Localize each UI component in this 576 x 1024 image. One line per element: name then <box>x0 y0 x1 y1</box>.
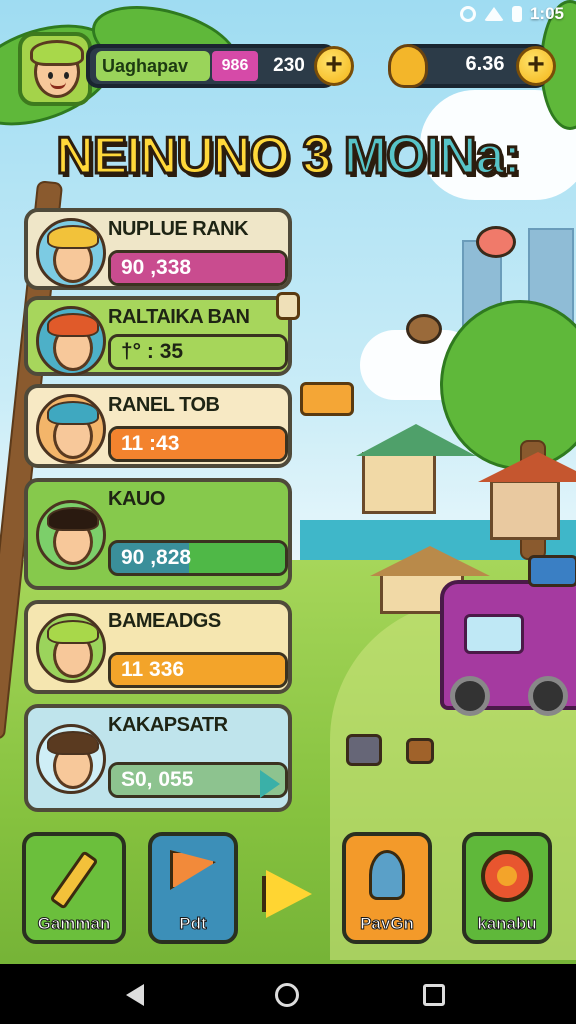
add-currency-button[interactable]: + <box>516 46 556 86</box>
avatar-hair <box>47 225 99 249</box>
entry-score-bar: 90 ,828 <box>108 540 288 576</box>
currency-value: 6.36 <box>465 53 505 75</box>
house-roof <box>478 452 576 482</box>
player-coins: 230 <box>273 55 305 76</box>
status-bar: 1:05 <box>0 0 576 28</box>
kanabu-button-label: kanabu <box>477 914 538 934</box>
entry-score-fill <box>189 543 285 573</box>
entry-action-tab[interactable] <box>276 292 300 320</box>
entry-score: 90 ,828 <box>121 546 192 569</box>
page-title: NEINUNO 3 MOINa: <box>0 126 576 196</box>
avatar-hair <box>47 507 99 531</box>
wifi-icon <box>483 7 504 21</box>
avatar-hair <box>47 401 99 425</box>
entry-score: 90 ,338 <box>121 256 192 279</box>
player-name: Uaghapav <box>96 51 210 81</box>
status-icons: 1:05 <box>459 4 564 24</box>
entry-score-bar: 11 336 <box>108 652 288 688</box>
entry-avatar <box>36 613 106 683</box>
pipe-prop <box>346 734 382 766</box>
delivery-van <box>440 580 576 716</box>
leaderboard-entry[interactable]: RALTAIKA BAN †° : 35 <box>24 292 300 376</box>
player-info-bar: Uaghapav 986 230 <box>86 44 336 88</box>
gamman-button-label: Gamman <box>37 914 111 934</box>
avatar-eye <box>48 72 53 79</box>
entry-avatar <box>36 218 106 288</box>
gamman-button[interactable]: Gamman <box>22 832 126 944</box>
van-window <box>464 614 524 654</box>
add-coins-button[interactable]: + <box>314 46 354 86</box>
avatar-hair <box>47 313 99 337</box>
pavgn-button-label: PavGn <box>360 914 415 934</box>
entry-name: KAUO <box>108 488 165 510</box>
battery-icon <box>511 6 522 22</box>
leaderboard-entry[interactable]: RANEL TOB 11 :43 <box>24 382 354 468</box>
entry-score: †° : 35 <box>121 340 184 363</box>
entry-score-bar: †° : 35 <box>108 334 288 370</box>
leaderboard-entry[interactable]: KAKAPSATR S0, 055 <box>24 704 292 812</box>
van-wheel <box>528 676 568 716</box>
entry-avatar <box>36 306 106 376</box>
avatar-eye <box>64 72 69 79</box>
entry-score: 11 336 <box>121 658 185 681</box>
title-part-1: NEINUNO 3 <box>55 126 333 187</box>
flying-fruit-icon <box>476 226 516 258</box>
entry-avatar <box>36 500 106 570</box>
entry-name: RANEL TOB <box>108 394 220 416</box>
pavgn-button[interactable]: PavGn <box>342 832 432 944</box>
entry-name: RALTAIKA BAN <box>108 306 250 328</box>
entry-score: 11 :43 <box>121 432 180 455</box>
pdt-button[interactable]: Pdt <box>148 832 238 944</box>
player-avatar[interactable] <box>18 32 92 106</box>
entry-avatar <box>36 394 106 464</box>
leaderboard-entry[interactable]: KAUO 90 ,828 <box>24 478 292 590</box>
leaderboard-entry[interactable]: BAMEADGS 11 336 <box>24 600 292 694</box>
leaderboard-entry[interactable]: NUPLUE RANK 90 ,338 <box>24 208 292 290</box>
entry-action-tab[interactable] <box>300 382 354 416</box>
entry-score: S0, 055 <box>121 768 194 791</box>
currency-icon <box>388 44 428 88</box>
arrow-right-icon[interactable] <box>266 870 312 918</box>
pencil-icon <box>49 850 99 910</box>
back-icon[interactable] <box>126 984 144 1006</box>
character-icon <box>369 850 405 900</box>
avatar-hair <box>47 620 99 644</box>
entry-score-bar: 90 ,338 <box>108 250 288 286</box>
entry-avatar <box>36 724 106 794</box>
title-part-2: MOINa: <box>342 126 522 187</box>
entry-name: NUPLUE RANK <box>108 218 249 240</box>
entry-name: KAKAPSATR <box>108 714 228 736</box>
flag-icon <box>170 850 216 890</box>
entry-score-bar: 11 :43 <box>108 426 288 462</box>
kanabu-button[interactable]: kanabu <box>462 832 552 944</box>
van-wheel <box>450 676 490 716</box>
pdt-button-label: Pdt <box>179 914 207 934</box>
crate-prop <box>406 738 434 764</box>
house-roof <box>370 546 490 576</box>
house-roof <box>356 424 476 456</box>
recents-icon[interactable] <box>423 984 445 1006</box>
donut-icon <box>481 850 533 902</box>
house <box>490 480 560 540</box>
cargo-crate <box>528 555 576 587</box>
house <box>362 452 436 514</box>
home-icon[interactable] <box>275 983 299 1007</box>
avatar-hair <box>30 40 84 66</box>
player-level: 986 <box>212 51 258 81</box>
system-nav-bar <box>0 964 576 1024</box>
status-time: 1:05 <box>529 4 564 23</box>
avatar-hair <box>47 731 99 755</box>
wood-log-icon <box>406 314 442 344</box>
play-icon[interactable] <box>260 770 280 798</box>
gear-icon <box>459 6 476 22</box>
entry-name: BAMEADGS <box>108 610 221 632</box>
